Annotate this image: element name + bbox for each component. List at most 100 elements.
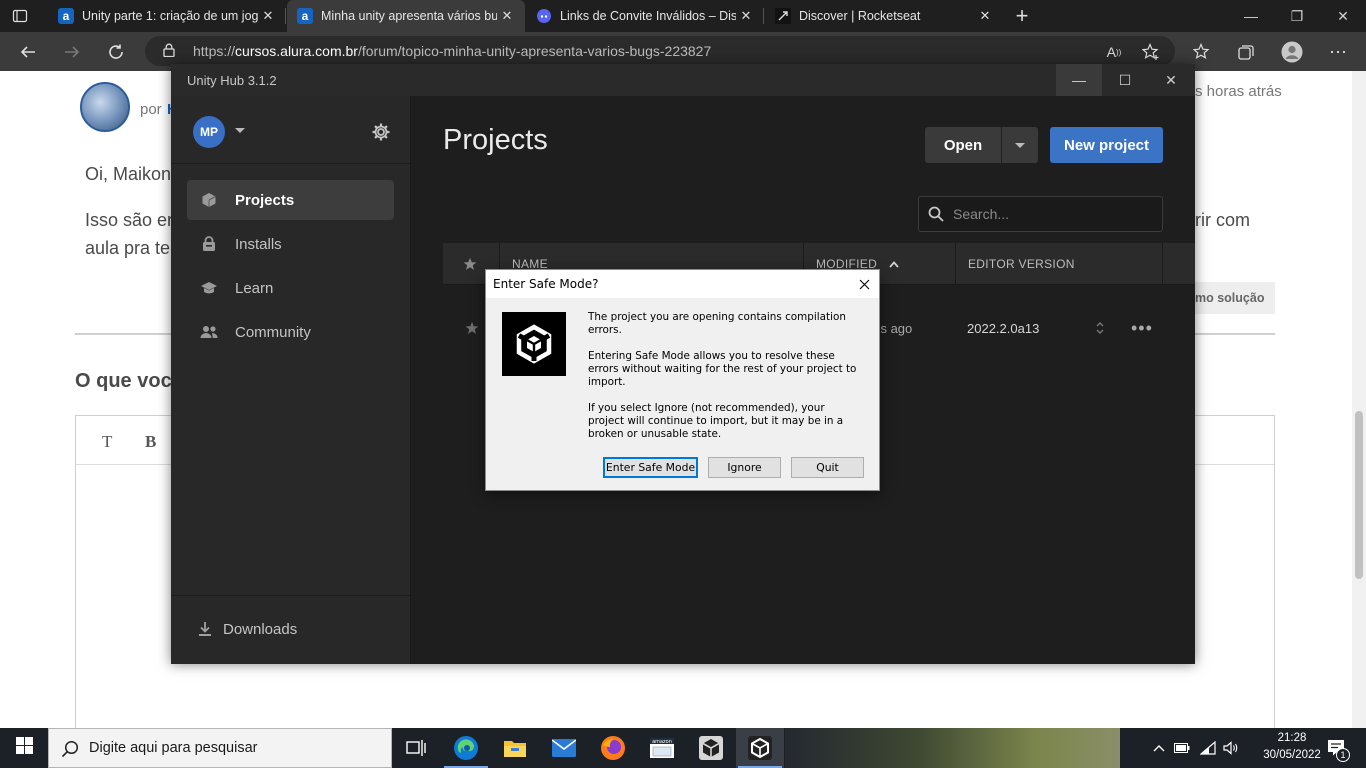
dialog-message-1: The project you are opening contains com… [588, 311, 846, 336]
tab-actions-icon[interactable] [12, 8, 28, 24]
row-more-options-icon[interactable]: ••• [1131, 286, 1153, 370]
taskbar-search-input[interactable]: Digite aqui para pesquisar [48, 728, 392, 768]
enter-safe-mode-button[interactable]: Enter Safe Mode [603, 457, 698, 478]
lock-icon[interactable] [163, 43, 175, 58]
post-greeting: Oi, Maikon [85, 164, 172, 184]
back-button[interactable] [12, 36, 44, 68]
tab-close-icon[interactable]: ✕ [736, 8, 756, 24]
row-version-text: 2022.2.0a13 [967, 320, 1040, 336]
sidebar-divider [171, 163, 410, 164]
show-hidden-icons-button[interactable] [1150, 728, 1168, 768]
people-icon [199, 322, 219, 342]
new-project-button[interactable]: New project [1050, 127, 1163, 163]
tab-discord[interactable]: Links de Convite Inválidos – Disc ✕ [526, 0, 764, 32]
tab-title: Discover | Rocketseat [799, 9, 921, 23]
safe-mode-dialog: Enter Safe Mode? The project you are ope… [485, 269, 880, 491]
scrollbar-thumb[interactable] [1355, 411, 1363, 579]
start-button[interactable] [0, 728, 48, 768]
editor-version-header-label: EDITOR VERSION [968, 257, 1075, 271]
task-view-icon[interactable] [392, 728, 440, 768]
forward-button[interactable] [56, 36, 88, 68]
avatar-initials: MP [200, 125, 218, 139]
account-avatar[interactable]: MP [193, 116, 225, 148]
search-placeholder: Search... [953, 206, 1010, 222]
sidebar-item-projects[interactable]: Projects [187, 180, 394, 220]
tab-close-icon[interactable]: ✕ [497, 8, 517, 24]
tab-unity-course[interactable]: a Unity parte 1: criação de um jogo ✕ [48, 0, 286, 32]
tab-title: Unity parte 1: criação de um jogo [82, 9, 258, 23]
author-prefix: por [140, 101, 162, 118]
notification-count-badge: 1 [1336, 748, 1350, 762]
hub-maximize-button[interactable]: ☐ [1102, 64, 1148, 96]
tab-close-icon[interactable]: ✕ [258, 8, 278, 24]
author-avatar [80, 82, 130, 132]
ignore-button[interactable]: Ignore [708, 457, 781, 478]
notification-center-button[interactable]: 1 [1322, 728, 1352, 768]
bold-button[interactable]: B [145, 432, 156, 452]
search-icon [928, 206, 944, 225]
favorite-column-star-icon[interactable] [463, 243, 477, 285]
amazon-icon[interactable]: amazon [638, 728, 686, 768]
tab-forum-topic[interactable]: a Minha unity apresenta vários bugs ✕ [287, 0, 525, 32]
firefox-icon[interactable] [589, 728, 637, 768]
file-explorer-icon[interactable] [491, 728, 539, 768]
refresh-button[interactable] [100, 36, 132, 68]
address-bar[interactable]: https://cursos.alura.com.br/forum/topico… [145, 36, 1175, 66]
sidebar-item-community[interactable]: Community [187, 312, 394, 352]
unity-editor-taskbar-icon[interactable] [736, 728, 784, 768]
account-dropdown-icon[interactable] [235, 128, 245, 133]
sidebar-item-label: Projects [235, 191, 295, 209]
sidebar-item-installs[interactable]: Installs [187, 224, 394, 264]
open-label: Open [943, 136, 983, 154]
profile-avatar-icon[interactable] [1276, 36, 1308, 68]
hub-close-button[interactable]: ✕ [1148, 64, 1194, 96]
open-dropdown-button[interactable] [1002, 127, 1038, 163]
edge-browser-icon[interactable] [442, 728, 490, 768]
tab-rocketseat[interactable]: Discover | Rocketseat ✕ [765, 0, 1003, 32]
url-host: cursos.alura.com.br [235, 43, 358, 59]
tab-close-icon[interactable]: ✕ [975, 8, 995, 24]
more-menu-icon[interactable]: ⋯ [1322, 36, 1354, 68]
clock-date: 30/05/2022 [1263, 749, 1321, 761]
system-clock[interactable]: 21:28 30/05/2022 [1262, 730, 1322, 764]
open-button[interactable]: Open [925, 127, 1001, 163]
sidebar-item-learn[interactable]: Learn [187, 268, 394, 308]
new-tab-button[interactable]: + [1008, 0, 1036, 32]
page-scrollbar[interactable] [1352, 71, 1366, 729]
dialog-title: Enter Safe Mode? [493, 277, 599, 291]
browser-minimize-button[interactable]: — [1228, 0, 1274, 32]
search-input[interactable]: Search... [918, 196, 1163, 232]
alura-favicon-icon: a [58, 8, 74, 24]
alura-favicon-icon: a [297, 8, 313, 24]
wifi-icon[interactable] [1198, 728, 1218, 768]
browser-close-button[interactable]: ✕ [1320, 0, 1366, 32]
mail-icon[interactable] [540, 728, 588, 768]
sidebar-bottom-divider [171, 595, 410, 596]
quit-button[interactable]: Quit [791, 457, 864, 478]
column-header-editor-version[interactable]: EDITOR VERSION [968, 243, 1075, 285]
unity-hub-taskbar-icon[interactable] [687, 728, 735, 768]
new-project-label: New project [1063, 136, 1150, 154]
hub-minimize-button[interactable]: — [1056, 64, 1102, 96]
collections-icon[interactable] [1230, 36, 1262, 68]
post-text-end: rir com [1195, 210, 1250, 230]
favorite-star-icon[interactable] [465, 286, 479, 370]
post-text-line2: aula pra te [85, 238, 171, 258]
dialog-close-button[interactable] [849, 270, 879, 298]
mark-solution-button[interactable]: mo solução [1195, 282, 1275, 314]
version-selector-icon[interactable] [1095, 286, 1105, 370]
browser-restore-button[interactable]: ❐ [1274, 0, 1320, 32]
taskbar-search-placeholder: Digite aqui para pesquisar [89, 740, 258, 756]
volume-icon[interactable] [1221, 728, 1241, 768]
settings-gear-icon[interactable] [371, 122, 391, 142]
taskbar-wallpaper-strip [785, 728, 1120, 768]
search-icon [61, 740, 79, 762]
battery-icon[interactable] [1172, 728, 1192, 768]
tab-title: Minha unity apresenta vários bugs [321, 9, 497, 23]
header-left-gap [411, 243, 443, 285]
downloads-label: Downloads [223, 620, 298, 638]
downloads-button[interactable]: Downloads [187, 611, 394, 647]
text-style-button[interactable]: T [102, 432, 112, 452]
dialog-titlebar: Enter Safe Mode? [486, 270, 879, 298]
sort-ascending-icon [889, 257, 899, 271]
